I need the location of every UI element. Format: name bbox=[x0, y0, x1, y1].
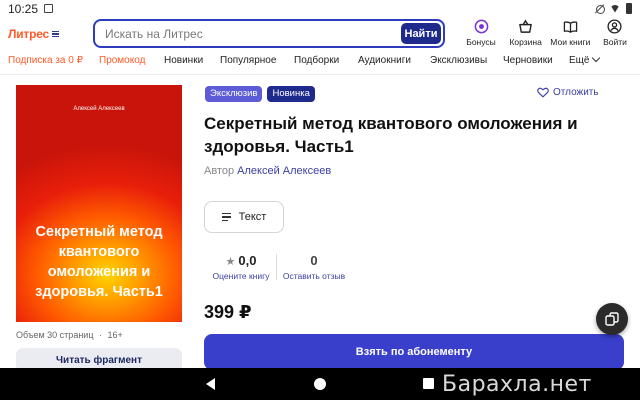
book-price: 399 ₽ bbox=[204, 302, 252, 322]
book-title: Секретный метод квантового омоложения и … bbox=[204, 114, 578, 156]
reviews-count: 0 bbox=[310, 253, 318, 268]
nav-more-label: Ещё bbox=[569, 55, 590, 66]
status-time: 10:25 bbox=[8, 2, 39, 16]
age-rating: 16+ bbox=[107, 330, 123, 340]
recent-apps-icon[interactable] bbox=[423, 378, 434, 389]
subscribe-button[interactable]: Взять по абонементу bbox=[204, 334, 624, 370]
nav-subscription[interactable]: Подписка за 0 ₽ bbox=[8, 55, 83, 66]
status-icons bbox=[595, 3, 632, 14]
nav-popular[interactable]: Популярное bbox=[220, 55, 276, 66]
nav-promocode[interactable]: Промокод bbox=[99, 55, 145, 66]
cover-author: Алексей Алексеев bbox=[73, 106, 125, 112]
text-format-icon bbox=[221, 212, 231, 222]
rating-block: ★ 0,0 Оцените книгу bbox=[210, 253, 272, 281]
battery-icon bbox=[626, 3, 632, 14]
header-actions: Бонусы Корзина Мои книги Войти bbox=[462, 19, 634, 49]
rating-value-row: ★ 0,0 bbox=[210, 253, 272, 268]
author-line: Автор Алексей Алексеев bbox=[204, 165, 331, 177]
basket-icon bbox=[519, 19, 532, 33]
leave-review-link[interactable]: Оставить отзыв bbox=[281, 271, 347, 281]
header-divider bbox=[0, 74, 640, 75]
rate-book-link[interactable]: Оцените книгу bbox=[210, 271, 272, 281]
basket-button[interactable]: Корзина bbox=[507, 19, 545, 49]
book-cover[interactable]: Алексей Алексеев Секретный метод квантов… bbox=[16, 85, 182, 322]
mute-icon bbox=[595, 4, 605, 14]
nav-drafts[interactable]: Черновики bbox=[503, 55, 553, 66]
copy-icon bbox=[605, 312, 619, 326]
category-nav: Подписка за 0 ₽ Промокод Новинки Популяр… bbox=[0, 53, 640, 71]
logo-text: Литрес bbox=[8, 27, 49, 41]
login-label: Войти bbox=[603, 37, 627, 47]
litres-logo[interactable]: Литрес bbox=[8, 27, 59, 41]
watermark: Барахла.нет bbox=[442, 372, 592, 397]
book-volume-info: Объем 30 страниц · 16+ bbox=[16, 330, 123, 340]
rating-divider bbox=[276, 254, 277, 280]
star-icon: ★ bbox=[225, 256, 236, 268]
postpone-label: Отложить bbox=[553, 87, 599, 98]
home-icon[interactable] bbox=[314, 378, 326, 390]
format-text-button[interactable]: Текст bbox=[204, 201, 284, 233]
my-books-button[interactable]: Мои книги bbox=[550, 19, 591, 49]
floating-chat-button[interactable] bbox=[596, 303, 628, 335]
cover-title: Секретный метод квантового омоложения и … bbox=[35, 224, 163, 300]
bonuses-label: Бонусы bbox=[466, 37, 496, 47]
search-button[interactable]: Найти bbox=[401, 23, 441, 44]
badge-exclusive: Эксклюзив bbox=[205, 86, 263, 102]
book-icon bbox=[563, 21, 578, 33]
nav-collections[interactable]: Подборки bbox=[294, 55, 339, 66]
user-icon bbox=[607, 19, 623, 34]
nav-audiobooks[interactable]: Аудиокниги bbox=[358, 55, 411, 66]
book-volume: Объем 30 страниц bbox=[16, 330, 94, 340]
bonus-icon bbox=[474, 19, 488, 34]
wifi-icon bbox=[610, 4, 620, 13]
bonuses-button[interactable]: Бонусы bbox=[462, 19, 500, 49]
chevron-down-icon bbox=[592, 53, 601, 63]
format-label: Текст bbox=[238, 211, 267, 223]
back-icon[interactable] bbox=[206, 378, 215, 390]
postpone-button[interactable]: Отложить bbox=[537, 87, 599, 98]
heart-icon bbox=[537, 87, 549, 98]
nav-exclusives[interactable]: Эксклюзивы bbox=[430, 55, 487, 66]
author-link[interactable]: Алексей Алексеев bbox=[237, 165, 331, 177]
basket-label: Корзина bbox=[509, 37, 542, 47]
badge-new: Новинка bbox=[267, 86, 315, 102]
author-prefix: Автор bbox=[204, 165, 235, 177]
status-bar: 10:25 bbox=[0, 0, 640, 18]
search-box: Найти bbox=[93, 19, 445, 48]
login-button[interactable]: Войти bbox=[596, 19, 634, 49]
nav-more[interactable]: Ещё bbox=[569, 53, 601, 66]
search-input[interactable] bbox=[105, 26, 395, 42]
nav-new[interactable]: Новинки bbox=[164, 55, 203, 66]
notification-icon bbox=[44, 4, 53, 13]
my-books-label: Мои книги bbox=[550, 37, 591, 47]
reviews-block: 0 Оставить отзыв bbox=[281, 253, 347, 281]
book-badges: Эксклюзив Новинка bbox=[205, 86, 315, 102]
site-header: Литрес Найти Бонусы Корзина Мои книги Во… bbox=[0, 18, 640, 52]
rating-value: 0,0 bbox=[238, 253, 257, 268]
logo-mark-icon bbox=[52, 30, 59, 38]
